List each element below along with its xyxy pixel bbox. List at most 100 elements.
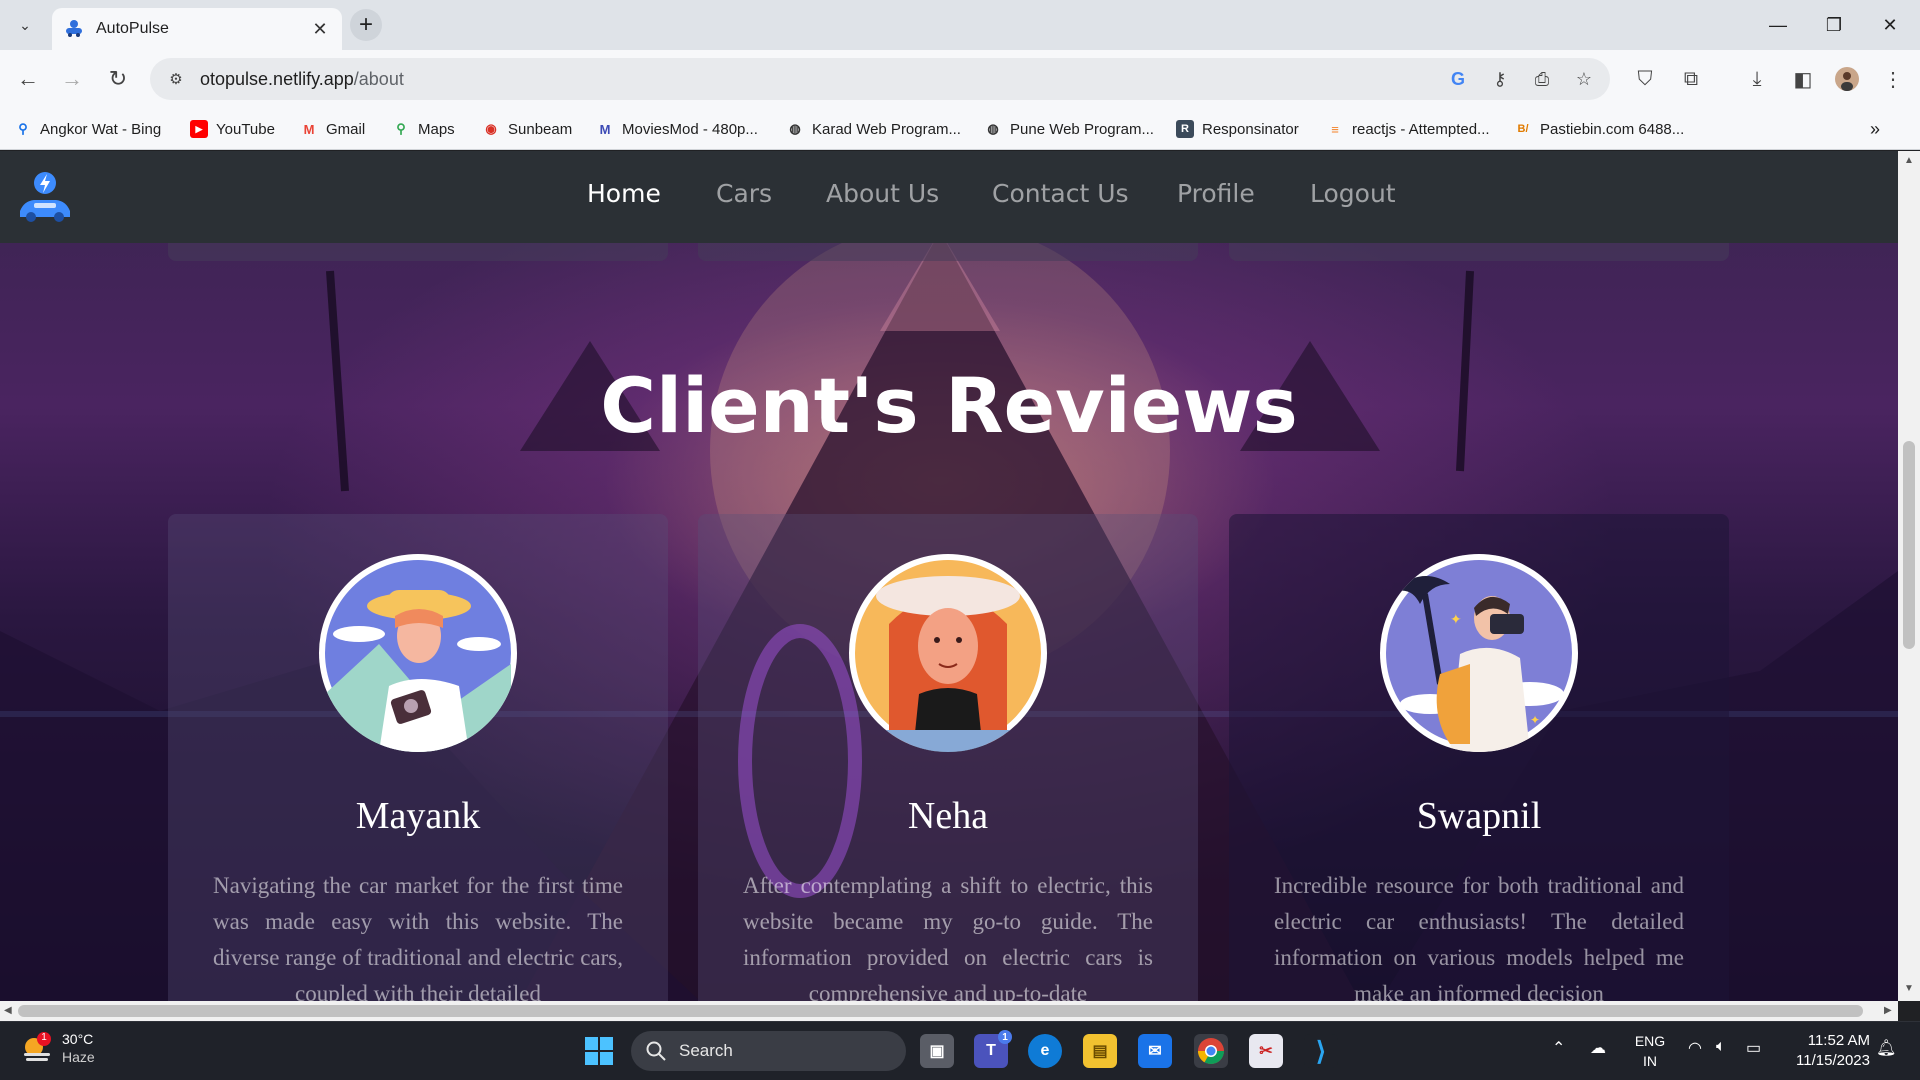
onedrive-icon[interactable]: ☁ — [1590, 1038, 1606, 1058]
reviewer-avatar — [849, 554, 1047, 752]
moviesmod-icon: M — [599, 121, 611, 137]
bookmark-item[interactable]: ◍ Karad Web Program... — [786, 117, 961, 141]
reload-button[interactable]: ↻ — [103, 64, 133, 94]
bookmark-item[interactable]: ⚲ Maps — [392, 117, 454, 141]
shield-extension-icon[interactable]: ⛉ — [1630, 64, 1660, 94]
bookmark-item[interactable]: M Gmail — [300, 117, 366, 141]
snipping-tool-icon[interactable]: ✂ — [1249, 1034, 1283, 1068]
site-navbar: Home Cars About Us Contact Us Profile Lo… — [0, 151, 1898, 243]
file-explorer-icon[interactable]: ▤ — [1083, 1034, 1117, 1068]
system-clock[interactable]: 11:52 AM 11/15/2023 — [1786, 1031, 1870, 1071]
review-text: Incredible resource for both traditional… — [1274, 873, 1684, 1001]
browser-tab[interactable]: AutoPulse ✕ — [52, 8, 342, 50]
downloads-icon[interactable]: ⤓ — [1742, 64, 1772, 94]
minimize-button[interactable]: — — [1758, 10, 1798, 40]
site-info-icon[interactable]: ⚙ — [166, 69, 186, 89]
google-lens-icon[interactable]: G — [1446, 67, 1470, 91]
wifi-icon[interactable]: ◠ — [1688, 1038, 1702, 1058]
maps-pin-icon: ⚲ — [396, 121, 406, 136]
weather-temp: 30°C — [62, 1031, 94, 1047]
restore-button[interactable]: ❐ — [1814, 10, 1854, 40]
review-card: ✦ ✦ Swapnil Incredible resource for both… — [1229, 514, 1729, 1001]
tab-search-chevron-icon[interactable]: ⌄ — [12, 12, 38, 38]
reviewer-name: Neha — [907, 795, 989, 837]
edge-icon[interactable]: e — [1028, 1034, 1062, 1068]
pastiebin-icon: B/ — [1517, 123, 1529, 135]
teams-icon[interactable]: T 1 — [974, 1030, 1012, 1068]
search-icon: ⚲ — [18, 121, 28, 136]
windows-start-icon[interactable] — [584, 1036, 614, 1066]
bookmark-item[interactable]: ⚲ Angkor Wat - Bing — [14, 117, 161, 141]
bookmark-item[interactable]: ◉ Sunbeam — [482, 117, 572, 141]
globe-icon: ◍ — [789, 121, 801, 136]
bookmark-item[interactable]: ◍ Pune Web Program... — [984, 117, 1154, 141]
reviewer-name: Mayank — [355, 795, 481, 837]
browser-tab-bar: ⌄ AutoPulse ✕ + — ❐ ✕ — [0, 0, 1920, 50]
nav-logout-link[interactable]: Logout — [1310, 179, 1396, 208]
show-hidden-icons-chevron-icon[interactable]: ⌃ — [1552, 1038, 1565, 1058]
nav-home-link[interactable]: Home — [587, 179, 661, 208]
reviewer-avatar: ✦ ✦ — [1380, 554, 1578, 752]
scroll-up-arrow-icon[interactable]: ▲ — [1904, 155, 1914, 166]
page-viewport: Home Cars About Us Contact Us Profile Lo… — [0, 151, 1898, 1001]
nav-about-link[interactable]: About Us — [826, 179, 939, 208]
profile-avatar[interactable] — [1832, 64, 1862, 94]
horizontal-scroll-thumb[interactable] — [18, 1005, 1863, 1017]
svg-text:✦: ✦ — [1450, 611, 1462, 627]
chrome-icon[interactable] — [1194, 1034, 1228, 1068]
search-label: Search — [679, 1041, 733, 1060]
tab-title: AutoPulse — [96, 20, 169, 37]
browser-menu-icon[interactable]: ⋮ — [1878, 64, 1908, 94]
horizontal-scrollbar[interactable]: ◀ ▶ — [0, 1001, 1898, 1021]
weather-widget[interactable]: 1 30°C Haze — [20, 1030, 95, 1066]
install-app-icon[interactable]: ⎙ — [1530, 67, 1554, 91]
responsinator-icon: R — [1176, 120, 1194, 138]
stackoverflow-icon: ≡ — [1331, 121, 1339, 137]
notification-bell-icon[interactable]: 🔔︎ — [1876, 1038, 1896, 1058]
scroll-left-arrow-icon[interactable]: ◀ — [4, 1005, 12, 1016]
task-view-icon[interactable]: ▣ — [920, 1034, 954, 1068]
teams-badge: 1 — [998, 1030, 1012, 1044]
review-text: After contemplating a shift to electric,… — [743, 873, 1153, 1001]
bookmark-item[interactable]: B/Pastiebin.com 6488... — [1514, 117, 1685, 141]
vertical-scroll-thumb[interactable] — [1903, 441, 1915, 649]
youtube-icon: ▶ — [190, 120, 208, 138]
password-key-icon[interactable]: ⚷ — [1488, 67, 1512, 91]
autopulse-logo[interactable] — [14, 167, 76, 227]
address-bar[interactable]: ⚙ otopulse.netlify.app/about G ⚷ ⎙ ☆ — [150, 58, 1610, 100]
battery-icon[interactable]: ▭ — [1746, 1038, 1761, 1058]
scroll-right-arrow-icon[interactable]: ▶ — [1884, 1005, 1892, 1016]
nav-profile-link[interactable]: Profile — [1177, 179, 1255, 208]
windows-taskbar: 1 30°C Haze Search ▣ T 1 e ▤ ✉ ✂ ⟩ ⌃ ☁ E… — [0, 1021, 1920, 1080]
new-tab-button[interactable]: + — [350, 9, 382, 41]
extensions-icon[interactable]: ⧉ — [1676, 64, 1706, 94]
bookmark-item[interactable]: ▶ YouTube — [190, 117, 275, 141]
bookmark-item[interactable]: M MoviesMod - 480p... — [596, 117, 758, 141]
nav-cars-link[interactable]: Cars — [716, 179, 772, 208]
scroll-down-arrow-icon[interactable]: ▼ — [1904, 983, 1914, 994]
forward-button[interactable]: → — [57, 64, 87, 94]
reviewer-name: Swapnil — [1416, 795, 1542, 837]
url-host: otopulse.netlify.app — [200, 68, 354, 89]
nav-contact-link[interactable]: Contact Us — [992, 179, 1129, 208]
close-window-button[interactable]: ✕ — [1870, 10, 1910, 40]
bookmark-item[interactable]: R Responsinator — [1176, 117, 1299, 141]
browser-toolbar: ← → ↻ ⚙ otopulse.netlify.app/about G ⚷ ⎙… — [0, 50, 1920, 108]
side-panel-icon[interactable]: ◧ — [1788, 64, 1818, 94]
more-bookmarks-chevron-icon[interactable]: » — [1870, 117, 1880, 141]
bookmarks-bar: ⚲ Angkor Wat - Bing ▶ YouTube M Gmail ⚲ Maps… — [0, 108, 1920, 150]
input-language[interactable]: ENG IN — [1630, 1031, 1670, 1071]
tab-close-icon[interactable]: ✕ — [310, 19, 330, 40]
globe-icon: ◍ — [987, 121, 999, 136]
bookmark-star-icon[interactable]: ☆ — [1572, 67, 1596, 91]
weather-desc: Haze — [62, 1049, 95, 1065]
vertical-scrollbar[interactable]: ▲ ▼ — [1898, 151, 1920, 1001]
vscode-icon[interactable]: ⟩ — [1304, 1034, 1338, 1068]
bookmark-item[interactable]: ≡ reactjs - Attempted... — [1326, 117, 1489, 141]
back-button[interactable]: ← — [13, 64, 43, 94]
gmail-icon: M — [303, 121, 315, 137]
taskbar-search[interactable]: Search — [631, 1031, 906, 1071]
clock-time: 11:52 AM — [1807, 1032, 1870, 1049]
mail-icon[interactable]: ✉ — [1138, 1034, 1172, 1068]
volume-icon[interactable]: 🔈︎ — [1716, 1038, 1726, 1056]
